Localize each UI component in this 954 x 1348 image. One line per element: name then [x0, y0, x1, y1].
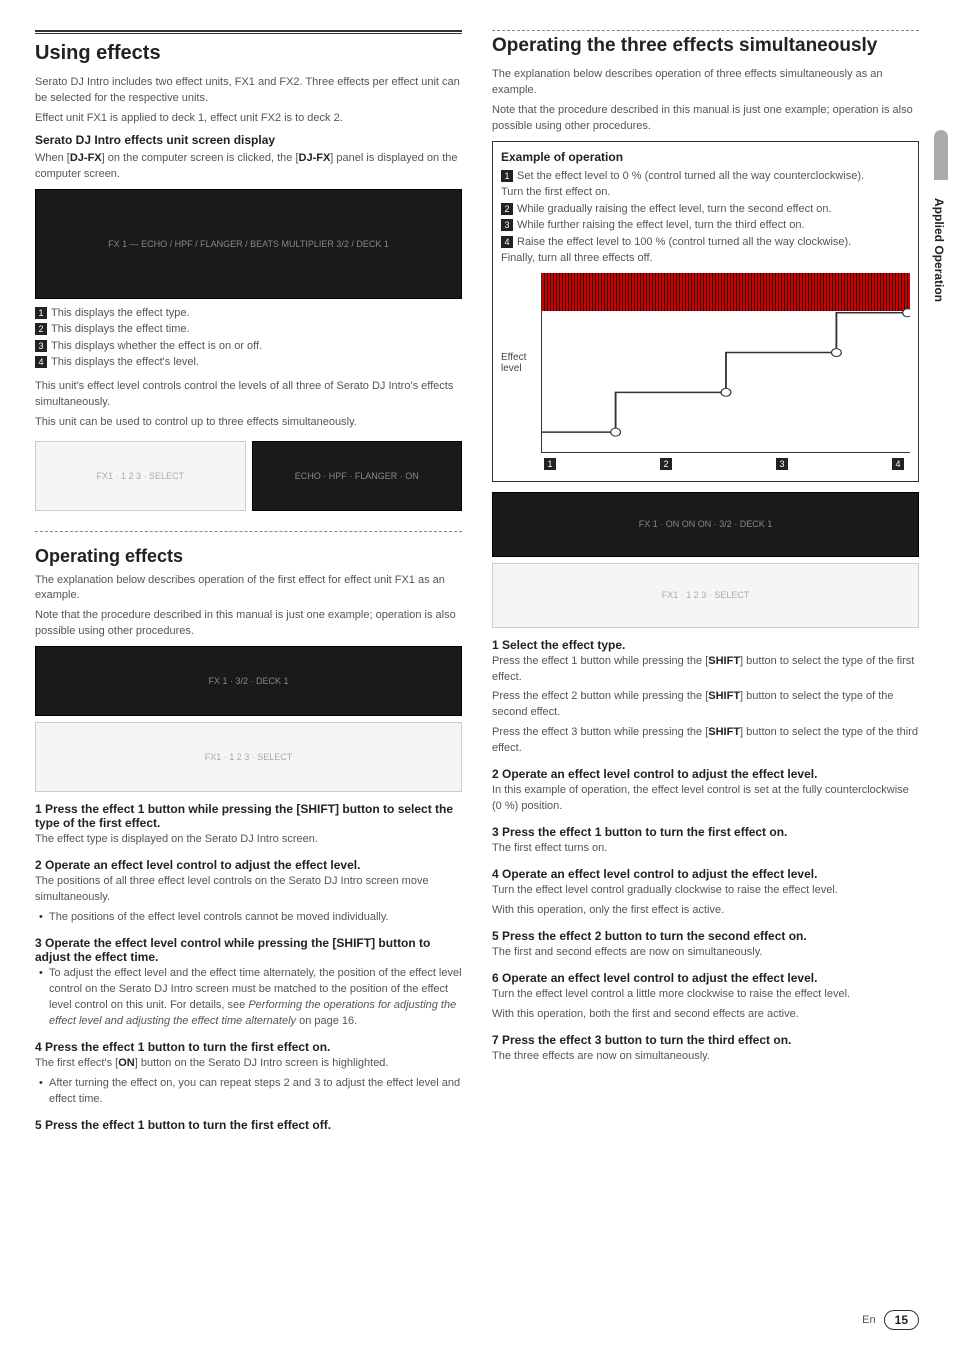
- software-fx-knobs: ECHO · HPF · FLANGER · ON: [252, 441, 463, 511]
- intro-text-2: Effect unit FX1 is applied to deck 1, ef…: [35, 111, 462, 127]
- screen-display-text: When [DJ-FX] on the computer screen is c…: [35, 151, 462, 183]
- dashed-divider: [35, 531, 462, 538]
- example-item-2: 2While gradually raising the effect leve…: [501, 201, 910, 218]
- right-step-4-p1: Turn the effect level control gradually …: [492, 883, 919, 899]
- right-step-6-p2: With this operation, both the first and …: [492, 1007, 919, 1023]
- fx-panel-screenshot-2: FX 1 · 3/2 · DECK 1: [35, 646, 462, 716]
- graph-y-label: Effect level: [501, 273, 541, 453]
- right-step-6-h: 6 Operate an effect level control to adj…: [492, 971, 919, 985]
- unit-fx1-diagram-3: FX1 · 1 2 3 · SELECT: [492, 563, 919, 628]
- right-step-5-p: The first and second effects are now on …: [492, 945, 919, 961]
- footer-lang: En: [862, 1314, 875, 1326]
- left-step-1-h: 1 Press the effect 1 button while pressi…: [35, 802, 462, 830]
- dashed-divider-top: [492, 30, 919, 31]
- example-item-4: 4Raise the effect level to 100 % (contro…: [501, 234, 910, 267]
- right-step-3-p: The first effect turns on.: [492, 841, 919, 857]
- right-step-1-p1: Press the effect 1 button while pressing…: [492, 654, 919, 686]
- callout-list: 1This displays the effect type. 2This di…: [35, 305, 462, 371]
- unit-fx1-diagram: FX1 · 1 2 3 · SELECT: [35, 441, 246, 511]
- right-step-7-h: 7 Press the effect 3 button to turn the …: [492, 1033, 919, 1047]
- section-rule: [35, 30, 462, 34]
- body-text-1: This unit's effect level controls contro…: [35, 379, 462, 411]
- right-step-1-p2: Press the effect 2 button while pressing…: [492, 689, 919, 721]
- fx-panel-screenshot-3: FX 1 · ON ON ON · 3/2 · DECK 1: [492, 492, 919, 557]
- side-tab-label: Applied Operation: [930, 190, 948, 310]
- two-column-layout: Using effects Serato DJ Intro includes t…: [35, 30, 919, 1134]
- example-item-3: 3While further raising the effect level,…: [501, 217, 910, 234]
- right-step-3-h: 3 Press the effect 1 button to turn the …: [492, 825, 919, 839]
- callout-1: 1This displays the effect type.: [35, 305, 462, 322]
- right-step-1-h: 1 Select the effect type.: [492, 638, 919, 652]
- effect-level-graph: Effect level 1 2: [501, 273, 910, 453]
- body-text-2: This unit can be used to control up to t…: [35, 415, 462, 431]
- right-step-6-p1: Turn the effect level control a little m…: [492, 987, 919, 1003]
- left-step-1-p: The effect type is displayed on the Sera…: [35, 832, 462, 848]
- page-footer: En 15: [862, 1310, 919, 1330]
- left-step-2-h: 2 Operate an effect level control to adj…: [35, 858, 462, 872]
- left-step-3-h: 3 Operate the effect level control while…: [35, 936, 462, 964]
- graph-marker-3: 3: [776, 458, 788, 470]
- right-p1: The explanation below describes operatio…: [492, 67, 919, 99]
- right-step-4-h: 4 Operate an effect level control to adj…: [492, 867, 919, 881]
- right-step-1-p3: Press the effect 3 button while pressing…: [492, 725, 919, 757]
- heading-operating-effects: Operating effects: [35, 546, 462, 567]
- op-effects-p1: The explanation below describes operatio…: [35, 573, 462, 605]
- example-of-operation-box: Example of operation 1Set the effect lev…: [492, 141, 919, 482]
- unit-fx1-diagram-2: FX1 · 1 2 3 · SELECT: [35, 722, 462, 792]
- left-step-2-p: The positions of all three effect level …: [35, 874, 462, 906]
- heading-three-effects: Operating the three effects simultaneous…: [492, 35, 919, 57]
- callout-4: 4This displays the effect's level.: [35, 354, 462, 371]
- op-effects-p2: Note that the procedure described in thi…: [35, 608, 462, 640]
- callout-2: 2This displays the effect time.: [35, 321, 462, 338]
- right-step-7-p: The three effects are now on simultaneou…: [492, 1049, 919, 1065]
- heading-using-effects: Using effects: [35, 42, 462, 65]
- left-step-3-bullet: To adjust the effect level and the effec…: [35, 966, 462, 1030]
- right-column: Operating the three effects simultaneous…: [492, 30, 919, 1134]
- hardware-fx-images: FX1 · 1 2 3 · SELECT ECHO · HPF · FLANGE…: [35, 435, 462, 517]
- heading-screen-display: Serato DJ Intro effects unit screen disp…: [35, 133, 462, 147]
- left-step-4-h: 4 Press the effect 1 button to turn the …: [35, 1040, 462, 1054]
- footer-page-number: 15: [884, 1310, 919, 1330]
- left-column: Using effects Serato DJ Intro includes t…: [35, 30, 462, 1134]
- graph-marker-1: 1: [544, 458, 556, 470]
- intro-text-1: Serato DJ Intro includes two effect unit…: [35, 75, 462, 107]
- example-title: Example of operation: [501, 150, 910, 164]
- left-step-4-p: The first effect's [ON] button on the Se…: [35, 1056, 462, 1072]
- right-step-5-h: 5 Press the effect 2 button to turn the …: [492, 929, 919, 943]
- graph-marker-2: 2: [660, 458, 672, 470]
- callout-3: 3This displays whether the effect is on …: [35, 338, 462, 355]
- side-tab-pill: [934, 130, 948, 180]
- example-item-1: 1Set the effect level to 0 % (control tu…: [501, 168, 910, 201]
- fx-panel-screenshot: FX 1 — ECHO / HPF / FLANGER / BEATS MULT…: [35, 189, 462, 299]
- right-step-4-p2: With this operation, only the first effe…: [492, 903, 919, 919]
- right-step-2-p: In this example of operation, the effect…: [492, 783, 919, 815]
- left-step-4-bullet: After turning the effect on, you can rep…: [35, 1076, 462, 1108]
- right-p2: Note that the procedure described in thi…: [492, 103, 919, 135]
- right-step-2-h: 2 Operate an effect level control to adj…: [492, 767, 919, 781]
- graph-marker-4: 4: [892, 458, 904, 470]
- left-step-5-h: 5 Press the effect 1 button to turn the …: [35, 1118, 462, 1132]
- left-step-2-bullet: The positions of the effect level contro…: [35, 910, 462, 926]
